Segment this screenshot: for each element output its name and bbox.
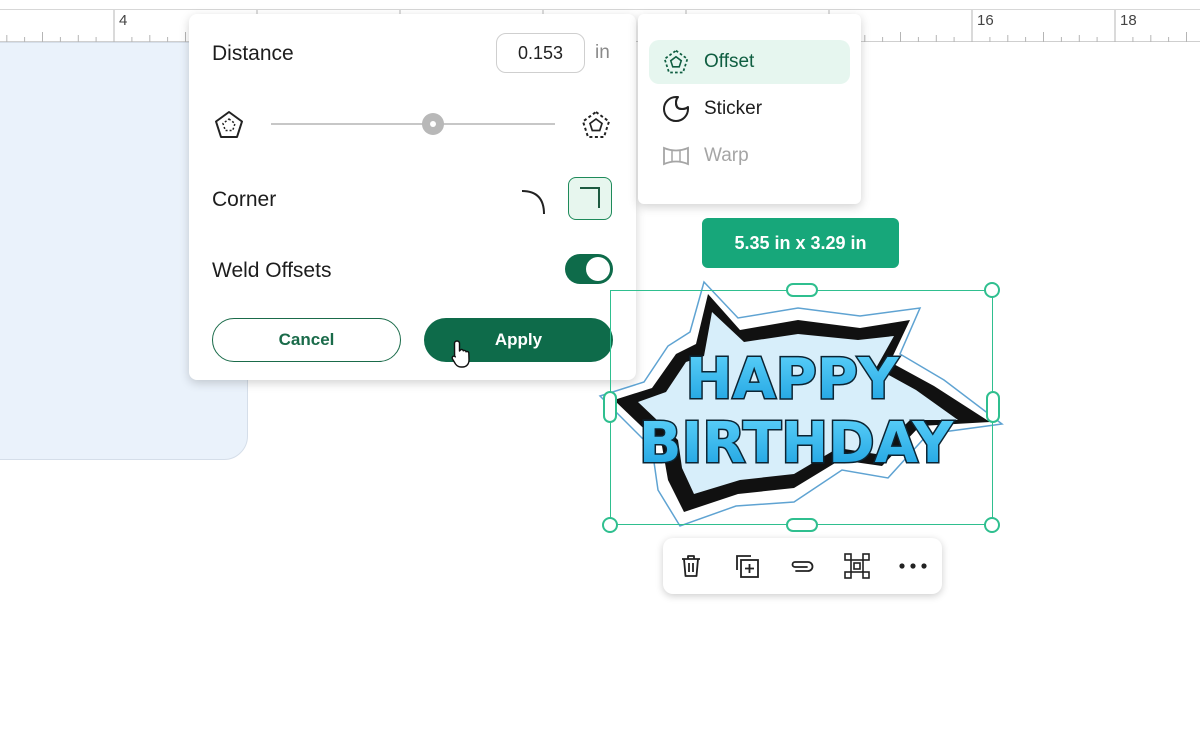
menu-item-sticker[interactable]: Sticker — [649, 87, 850, 131]
menu-item-offset[interactable]: Offset — [649, 40, 850, 84]
resize-handle-bottom-right[interactable] — [984, 517, 1000, 533]
distance-input[interactable] — [496, 33, 585, 73]
ruler-label-16: 16 — [977, 12, 994, 29]
menu-item-label: Sticker — [704, 98, 763, 119]
delete-button[interactable] — [675, 550, 707, 582]
resize-handle-left[interactable] — [603, 391, 617, 423]
distance-label: Distance — [212, 42, 294, 65]
rotate-handle[interactable] — [984, 282, 1000, 298]
weld-offsets-label: Weld Offsets — [212, 259, 332, 282]
warp-icon — [661, 141, 691, 171]
size-badge: 5.35 in x 3.29 in — [702, 218, 899, 268]
offset-icon — [661, 47, 691, 77]
resize-handle-top[interactable] — [786, 283, 818, 297]
distance-unit: in — [595, 42, 610, 63]
duplicate-button[interactable] — [731, 550, 763, 582]
more-button[interactable] — [897, 550, 929, 582]
hand-cursor-icon — [451, 340, 470, 368]
group-button[interactable] — [841, 550, 873, 582]
cancel-button[interactable]: Cancel — [212, 318, 401, 362]
ruler-label-18: 18 — [1120, 12, 1137, 29]
square-corner-icon — [580, 187, 600, 208]
corner-label: Corner — [212, 188, 277, 211]
resize-handle-bottom[interactable] — [786, 518, 818, 532]
ruler-top-strip — [0, 0, 1200, 10]
offset-min-icon — [215, 111, 243, 138]
context-toolbar — [663, 538, 942, 594]
duplicate-icon — [736, 555, 759, 578]
square-corner-button[interactable] — [568, 177, 612, 220]
ruler-label-4: 4 — [119, 12, 128, 29]
distance-slider-thumb[interactable] — [421, 113, 444, 135]
distance-slider-track[interactable] — [271, 123, 555, 125]
selection-box — [610, 290, 993, 525]
resize-handle-bottom-left[interactable] — [602, 517, 618, 533]
resize-handle-right[interactable] — [986, 391, 1000, 423]
group-icon — [844, 553, 870, 579]
offset-panel: Distance in Corner Weld Offsets Cancel A… — [189, 14, 636, 380]
menu-item-label: Warp — [704, 145, 749, 166]
edit-options-menu: Offset Sticker Warp — [638, 14, 861, 204]
attach-icon — [791, 561, 814, 572]
attach-button[interactable] — [786, 550, 818, 582]
trash-icon — [682, 555, 700, 577]
more-icon — [899, 563, 927, 569]
round-corner-icon[interactable] — [519, 186, 549, 216]
menu-item-warp: Warp — [649, 134, 850, 178]
offset-max-icon — [582, 111, 610, 138]
sticker-icon — [661, 94, 691, 124]
menu-item-label: Offset — [704, 51, 755, 72]
